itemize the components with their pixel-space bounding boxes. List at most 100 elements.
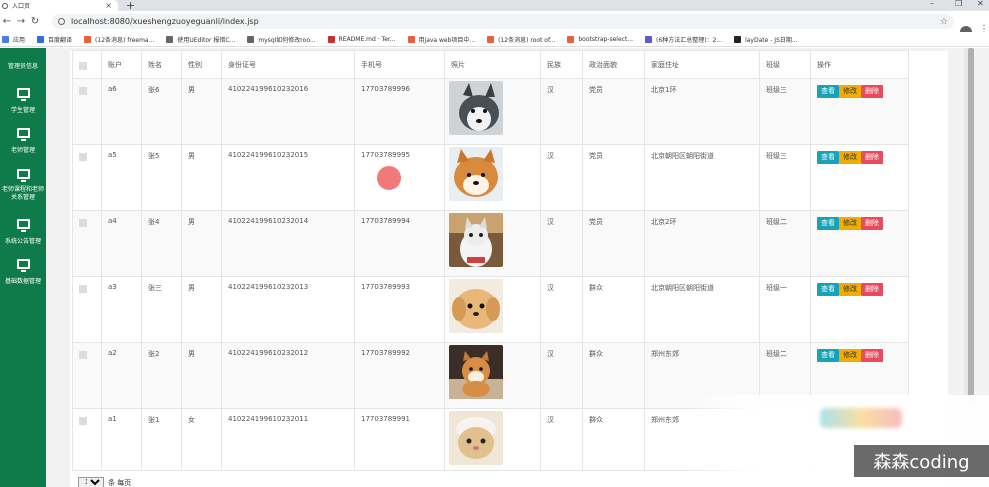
- row-checkbox[interactable]: [79, 285, 87, 293]
- row-checkbox[interactable]: [79, 351, 87, 359]
- delete-button[interactable]: 删除: [861, 217, 883, 230]
- cell-name: 张6: [141, 78, 182, 145]
- minimize-icon[interactable]: –: [930, 0, 934, 8]
- bookmark-item[interactable]: 用java web项目中...: [407, 35, 475, 44]
- photo-cell: [444, 342, 541, 409]
- sidebar-item-basic-data[interactable]: 基础数据管理: [0, 259, 46, 286]
- bookmark-item[interactable]: mysql如何修改roo...: [247, 35, 316, 44]
- cell-address: 北京朝阳区朝阳街道: [644, 144, 760, 211]
- cursor-highlight: [377, 166, 401, 190]
- photo-cell: [444, 210, 541, 277]
- cell-id-card: 410224199610232016: [221, 78, 355, 145]
- actions-cell: 查看 修改 删除: [810, 276, 909, 343]
- cell-class: 班级二: [759, 210, 811, 277]
- info-icon[interactable]: [58, 18, 65, 25]
- monitor-icon: [16, 128, 30, 141]
- bookmark-favicon-icon: [407, 35, 415, 43]
- row-checkbox[interactable]: [79, 87, 87, 95]
- delete-button[interactable]: 删除: [861, 283, 883, 296]
- sidebar-item-teacher-management[interactable]: 老师管理: [0, 128, 46, 155]
- delete-button[interactable]: 删除: [861, 151, 883, 164]
- scrollbar-thumb[interactable]: [968, 48, 974, 404]
- bookmark-item[interactable]: 应用: [2, 35, 25, 44]
- bookmark-label: 应用: [13, 36, 26, 44]
- bookmark-item[interactable]: layDate - JS日期...: [734, 35, 798, 44]
- bookmark-item[interactable]: 百度翻译: [37, 35, 72, 44]
- cell-ethnicity: 汉: [540, 210, 583, 277]
- select-all-checkbox[interactable]: [79, 62, 87, 70]
- address-bar-row: ← → ↻ localhost:8080/xueshengzuoyeguanli…: [0, 11, 989, 38]
- cell-id-card: 410224199610232013: [221, 276, 355, 343]
- bookmark-favicon-icon: [567, 35, 575, 43]
- sidebar-item-label-line1: 老师课程和老师: [1, 186, 44, 193]
- cell-class: 班级一: [759, 276, 811, 343]
- cell-name: 张1: [141, 408, 182, 471]
- edit-button[interactable]: 修改: [839, 349, 861, 362]
- restore-icon[interactable]: ❐: [955, 0, 962, 8]
- sidebar-item-admin-info[interactable]: 管理员信息: [0, 48, 46, 71]
- edit-button[interactable]: 修改: [839, 151, 861, 164]
- column-header: 姓名: [141, 50, 182, 79]
- bookmark-item[interactable]: README.md · Ter...: [327, 35, 396, 43]
- close-window-icon[interactable]: ✕: [977, 0, 984, 8]
- table-row: a4 张4 男 410224199610232014 17703789994 汉党员 北京2…: [72, 210, 909, 277]
- back-icon[interactable]: ←: [0, 16, 14, 27]
- row-checkbox-cell: [72, 78, 102, 145]
- bookmark-item[interactable]: 使用UEditor 报错C...: [166, 35, 235, 44]
- sidebar-item-student-management[interactable]: 学生管理: [0, 88, 46, 115]
- photo-cell: [444, 276, 541, 343]
- column-header[interactable]: [72, 50, 102, 79]
- bookmark-favicon-icon: [37, 35, 45, 43]
- bookmark-item[interactable]: bootstrap-select...: [567, 35, 633, 43]
- cell-phone: 17703789992: [354, 342, 445, 409]
- browser-tab[interactable]: 入口页 ×: [0, 0, 118, 11]
- cell-id-card: 410224199610232014: [221, 210, 355, 277]
- sidebar-item-notice-management[interactable]: 系统公告管理: [0, 219, 46, 246]
- edit-button[interactable]: 修改: [839, 217, 861, 230]
- view-button[interactable]: 查看: [817, 283, 839, 296]
- sidebar-item-label: 老师课程和老师 关系管理: [0, 186, 46, 202]
- cell-ethnicity: 汉: [540, 342, 583, 409]
- page-size-select[interactable]: 10: [78, 477, 104, 487]
- edit-button[interactable]: 修改: [839, 283, 861, 296]
- cell-phone: 17703789991: [354, 408, 445, 471]
- reload-icon[interactable]: ↻: [28, 16, 42, 27]
- student-photo: [449, 411, 503, 465]
- cell-address: 北京2环: [644, 210, 760, 277]
- cell-account: a4: [101, 210, 142, 277]
- cell-politics: 群众: [582, 342, 645, 409]
- row-checkbox[interactable]: [79, 219, 87, 227]
- bookmark-item[interactable]: (12条消息) root of...: [487, 35, 555, 44]
- row-checkbox[interactable]: [79, 417, 87, 425]
- cell-politics: 党员: [582, 144, 645, 211]
- row-checkbox[interactable]: [79, 153, 87, 161]
- bookmark-item[interactable]: (12条消息) freema...: [84, 35, 154, 44]
- view-button[interactable]: 查看: [817, 85, 839, 98]
- sidebar-item-label: 学生管理: [10, 107, 35, 114]
- bookmark-star-icon[interactable]: ☆: [940, 17, 948, 27]
- sidebar-item-teacher-course-relation[interactable]: 老师课程和老师 关系管理: [0, 169, 46, 202]
- tab-title: 入口页: [12, 3, 31, 10]
- delete-button[interactable]: 删除: [861, 349, 883, 362]
- cell-gender: 女: [181, 408, 222, 471]
- url-input[interactable]: localhost:8080/xueshengzuoyeguanli/index…: [52, 14, 954, 29]
- cell-account: a2: [101, 342, 142, 409]
- bookmark-item[interactable]: (6种方法汇总整理)：2...: [645, 35, 722, 44]
- bookmark-favicon-icon: [734, 35, 742, 43]
- monitor-icon: [16, 259, 30, 272]
- bookmark-favicon-icon: [84, 35, 92, 43]
- close-tab-icon[interactable]: ×: [105, 1, 112, 10]
- actions-cell: 查看 修改 删除: [810, 144, 909, 211]
- column-header: 班级: [759, 50, 811, 79]
- row-checkbox-cell: [72, 144, 102, 211]
- forward-icon[interactable]: →: [14, 16, 28, 27]
- view-button[interactable]: 查看: [817, 151, 839, 164]
- delete-button[interactable]: 删除: [861, 85, 883, 98]
- edit-button[interactable]: 修改: [839, 85, 861, 98]
- sidebar-item-label: 管理员信息: [7, 63, 38, 70]
- view-button[interactable]: 查看: [817, 349, 839, 362]
- view-button[interactable]: 查看: [817, 217, 839, 230]
- bookmark-label: (6种方法汇总整理)：2...: [656, 36, 723, 44]
- blurred-action-buttons: [820, 408, 902, 428]
- cell-phone: 17703789996: [354, 78, 445, 145]
